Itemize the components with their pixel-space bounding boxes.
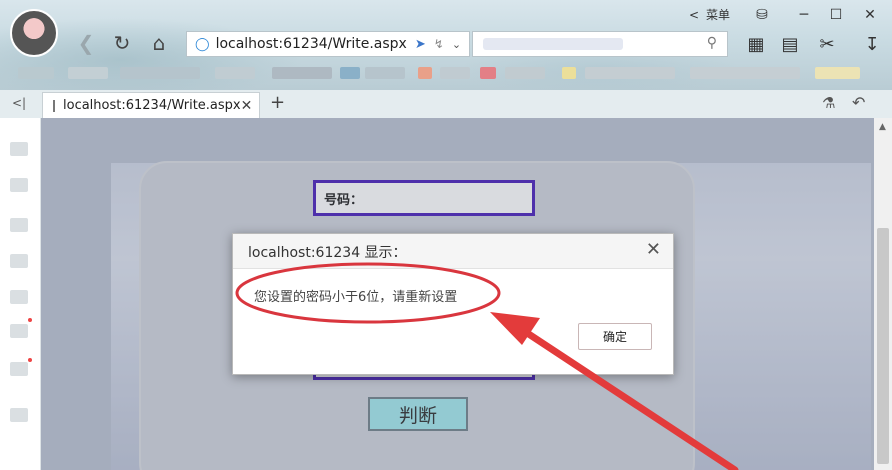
refresh-icon[interactable]: ↻ xyxy=(110,31,134,55)
maximize-button[interactable]: ☐ xyxy=(822,4,850,26)
bookmark-bar xyxy=(0,62,892,84)
grid-icon[interactable]: ▦ xyxy=(744,32,768,56)
search-input[interactable]: ⚲ xyxy=(472,31,728,57)
address-bar[interactable]: ◯ localhost:61234/Write.aspx ➤ ↯ ⌄ xyxy=(186,31,470,57)
tab-write-aspx[interactable]: localhost:61234/Write.aspx ✕ xyxy=(42,92,260,118)
shield-icon: ◯ xyxy=(195,36,210,52)
page-icon xyxy=(53,99,55,112)
tab-bar: <| localhost:61234/Write.aspx ✕ + ⚗ ↶ xyxy=(0,90,892,119)
alert-dialog: localhost:61234 显示： ✕ 您设置的密码小于6位，请重新设置 确… xyxy=(232,233,674,375)
back-history-icon[interactable]: < xyxy=(680,4,708,26)
minimize-button[interactable]: ─ xyxy=(790,4,818,26)
sidebar-toggle-button[interactable]: <| xyxy=(12,96,26,110)
book-icon[interactable]: ▤ xyxy=(778,32,802,56)
ok-button[interactable]: 确定 xyxy=(578,323,652,350)
page-scrollbar[interactable]: ▲ xyxy=(874,118,892,470)
rocket-icon[interactable]: ➤ xyxy=(415,37,426,52)
scroll-up-icon[interactable]: ▲ xyxy=(879,122,886,132)
dialog-title: localhost:61234 显示： xyxy=(248,245,407,261)
user-avatar[interactable] xyxy=(10,9,58,57)
download-icon[interactable]: ↧ xyxy=(860,32,884,56)
tab-title: localhost:61234/Write.aspx xyxy=(63,98,241,113)
scrollbar-thumb[interactable] xyxy=(877,228,889,464)
home-icon[interactable]: ⌂ xyxy=(147,31,171,55)
dialog-message: 您设置的密码小于6位，请重新设置 xyxy=(254,290,458,305)
address-url: localhost:61234/Write.aspx xyxy=(215,36,407,52)
lightning-icon[interactable]: ↯ xyxy=(434,37,444,51)
phone-field[interactable]: 号码： xyxy=(313,180,535,216)
shirt-icon[interactable]: ⛁ xyxy=(748,4,776,26)
bag-icon[interactable]: ⚗ xyxy=(822,94,835,112)
new-tab-button[interactable]: + xyxy=(270,92,285,113)
close-icon[interactable]: ✕ xyxy=(646,239,661,260)
menu-button[interactable]: 菜单 xyxy=(706,6,730,23)
judge-button[interactable]: 判断 xyxy=(368,397,468,431)
phone-label: 号码： xyxy=(324,193,364,208)
search-icon[interactable]: ⚲ xyxy=(707,35,717,51)
back-arrow-icon[interactable]: ❮ xyxy=(74,31,98,55)
chevron-down-icon[interactable]: ⌄ xyxy=(452,38,461,51)
undo-icon[interactable]: ↶ xyxy=(852,93,865,112)
scissors-icon[interactable]: ✂ xyxy=(815,32,839,56)
close-window-button[interactable]: ✕ xyxy=(856,4,884,26)
browser-chrome: ❮ ↻ ⌂ ◯ localhost:61234/Write.aspx ➤ ↯ ⌄… xyxy=(0,0,892,90)
close-tab-icon[interactable]: ✕ xyxy=(241,98,253,114)
left-sidebar xyxy=(0,118,41,470)
dialog-header: localhost:61234 显示： ✕ xyxy=(233,234,673,269)
